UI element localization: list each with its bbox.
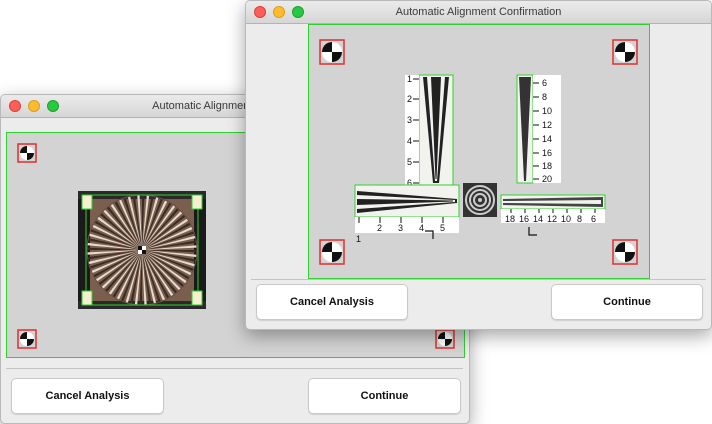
fiducial-bottom-right-icon	[612, 239, 638, 265]
h-right-tick-8: 8	[577, 214, 582, 224]
v-left-tick-4: 4	[407, 136, 412, 146]
front-cancel-analysis-button[interactable]: Cancel Analysis	[256, 284, 408, 320]
h-right-tick-10: 10	[561, 214, 571, 224]
front-window-title: Automatic Alignment Confirmation	[395, 6, 562, 18]
siemens-star-target-icon	[78, 191, 206, 309]
front-footer-separator	[251, 279, 706, 280]
back-cancel-analysis-button[interactable]: Cancel Analysis	[11, 378, 164, 414]
v-right-tick-16: 16	[542, 148, 552, 158]
minimize-window-button[interactable]	[28, 100, 40, 112]
zoom-window-button[interactable]	[292, 6, 304, 18]
h-right-tick-14: 14	[533, 214, 543, 224]
h-right-tick-12: 12	[547, 214, 557, 224]
v-right-tick-20: 20	[542, 174, 552, 184]
back-continue-button[interactable]: Continue	[308, 378, 461, 414]
fiducial-top-right-icon	[612, 39, 638, 65]
close-window-button[interactable]	[9, 100, 21, 112]
minimize-window-button[interactable]	[273, 6, 285, 18]
v-left-tick-3: 3	[407, 115, 412, 125]
fiducial-top-left-icon	[17, 143, 37, 163]
v-right-tick-6: 6	[542, 78, 547, 88]
close-window-button[interactable]	[254, 6, 266, 18]
h-right-tick-6: 6	[591, 214, 596, 224]
h-left-tick-1: 1	[356, 234, 361, 243]
zoom-window-button[interactable]	[47, 100, 59, 112]
v-right-tick-14: 14	[542, 134, 552, 144]
h-right-tick-16: 16	[519, 214, 529, 224]
front-continue-button[interactable]: Continue	[551, 284, 703, 320]
v-left-tick-2: 2	[407, 94, 412, 104]
front-window-titlebar[interactable]: Automatic Alignment Confirmation	[246, 1, 711, 24]
h-left-tick-2: 2	[377, 223, 382, 233]
h-left-tick-4: 4	[419, 223, 424, 233]
resolution-target-chart: 1 2 3 4 5 6 6 8 10 12 14 16 18 20 1 2 3 …	[354, 74, 606, 243]
h-left-tick-5: 5	[440, 223, 445, 233]
v-right-tick-8: 8	[542, 92, 547, 102]
fiducial-bottom-right-icon	[435, 329, 455, 349]
front-alignment-window: Automatic Alignment Confirmation 1 2 3 4…	[245, 0, 712, 330]
v-left-tick-5: 5	[407, 157, 412, 167]
back-footer-separator	[6, 368, 463, 369]
v-left-tick-1: 1	[407, 74, 412, 84]
h-right-tick-18: 18	[505, 214, 515, 224]
v-right-tick-10: 10	[542, 106, 552, 116]
fiducial-bottom-left-icon	[319, 239, 345, 265]
v-right-tick-12: 12	[542, 120, 552, 130]
fiducial-bottom-left-icon	[17, 329, 37, 349]
front-image-panel: 1 2 3 4 5 6 6 8 10 12 14 16 18 20 1 2 3 …	[308, 24, 650, 279]
fiducial-top-left-icon	[319, 39, 345, 65]
v-right-tick-18: 18	[542, 161, 552, 171]
h-left-tick-3: 3	[398, 223, 403, 233]
